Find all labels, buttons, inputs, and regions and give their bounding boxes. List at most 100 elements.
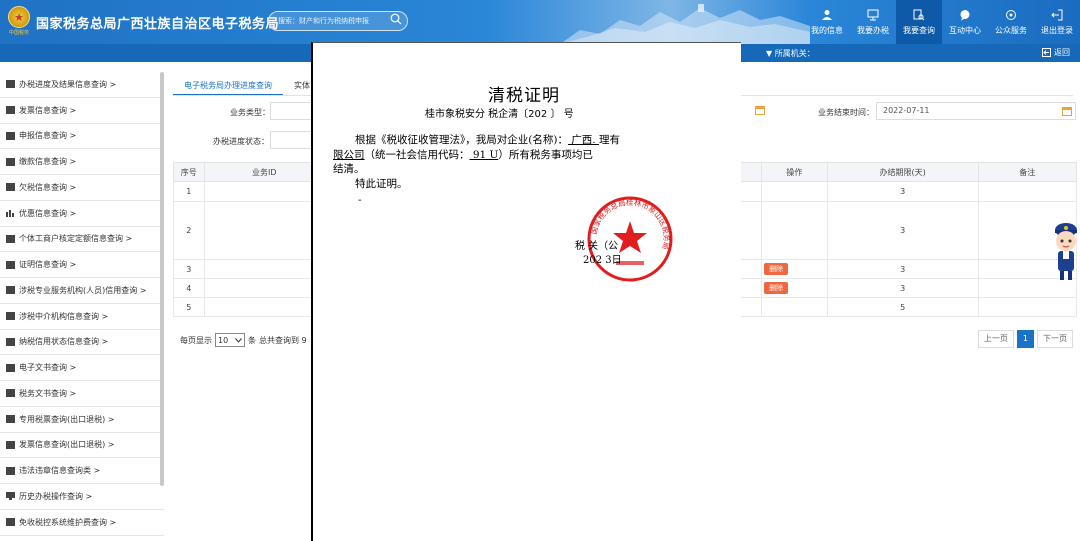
- row-action: [761, 201, 828, 260]
- row-business-id: [203, 297, 325, 317]
- row-days: 3: [826, 259, 979, 279]
- row-business-id: [203, 259, 325, 279]
- row-remark: [977, 181, 1078, 202]
- calendar-icon[interactable]: [755, 105, 765, 115]
- end-time-label: 业务结束时间：: [818, 108, 874, 117]
- payment-icon: [6, 157, 15, 166]
- sidebar-item-tax-document-query[interactable]: 税务文书查询 >: [0, 381, 164, 407]
- ticket-icon: [6, 415, 15, 424]
- sidebar-item-intermediary-query[interactable]: 涉税中介机构信息查询 >: [0, 304, 164, 330]
- site-title: 国家税务总局广西壮族自治区电子税务局: [36, 17, 280, 32]
- row-days: 3: [826, 201, 979, 260]
- row-days: 5: [826, 297, 979, 317]
- back-button[interactable]: 返回: [1042, 47, 1070, 58]
- sidebar-item-e-document-query[interactable]: 电子文书查询 >: [0, 355, 164, 381]
- row-action: 删除: [761, 278, 828, 298]
- sidebar-item-label: 历史办税操作查询 >: [19, 491, 93, 501]
- sidebar-item-fee-exemption-query[interactable]: 免收税控系统维护费查询 >: [0, 510, 164, 536]
- credit-icon: [6, 337, 15, 346]
- sidebar-item-label: 发票信息查询 >: [19, 105, 77, 115]
- tab-e-tax-progress[interactable]: 电子税务局办理进度查询: [173, 78, 283, 96]
- sidebar-item-label: 免收税控系统维护费查询 >: [19, 517, 117, 527]
- doc-icon: [6, 80, 15, 89]
- sidebar-item-violation-query[interactable]: 违法违章信息查询类 >: [0, 458, 164, 484]
- sidebar-item-credit-status-query[interactable]: 纳税信用状态信息查询 >: [0, 330, 164, 356]
- row-remark: [977, 297, 1078, 317]
- per-page-select[interactable]: 10: [215, 333, 245, 347]
- sidebar-item-label: 申报信息查询 >: [19, 131, 77, 141]
- sidebar-item-label: 个体工商户核定定额信息查询 >: [19, 234, 133, 244]
- violation-icon: [6, 466, 15, 475]
- sidebar-item-individual-quota-query[interactable]: 个体工商户核定定额信息查询 >: [0, 227, 164, 253]
- delete-button[interactable]: 删除: [764, 282, 789, 294]
- per-page-unit: 条: [248, 335, 256, 345]
- sidebar-item-export-invoice-query[interactable]: 发票信息查询(出口退税) >: [0, 433, 164, 459]
- logout-icon: [1051, 9, 1063, 20]
- sidebar-item-certificate-query[interactable]: 证明信息查询 >: [0, 252, 164, 278]
- sidebar-item-label: 发票信息查询(出口退税) >: [19, 440, 115, 450]
- per-page-label: 每页显示: [180, 335, 212, 345]
- per-page-value: 10: [218, 335, 229, 345]
- row-no: 3: [173, 259, 205, 279]
- total-count: 总共查询到 9: [259, 335, 307, 345]
- search-input[interactable]: [268, 11, 408, 31]
- chat-icon: [960, 9, 970, 20]
- certificate-body: 根据《税收征收管理法》，我局对企业(名称)： 广西. 理有 限公司（统一社会信用…: [333, 133, 731, 191]
- row-business-id: [203, 181, 325, 202]
- col-header-deadline: 办结期限(天): [826, 162, 979, 182]
- nav-label: 退出登录: [1041, 25, 1073, 35]
- credit-code-blank: 91 U: [469, 148, 499, 161]
- intermediary-icon: [6, 312, 15, 321]
- nav-interaction[interactable]: 互动中心: [942, 0, 988, 44]
- sidebar-item-label: 涉税专业服务机构(人员)信用查询 >: [19, 285, 147, 295]
- book-icon: [6, 389, 15, 398]
- sidebar-item-agency-credit-query[interactable]: 涉税专业服务机构(人员)信用查询 >: [0, 278, 164, 304]
- row-no: 4: [173, 278, 205, 298]
- fee-icon: [6, 518, 15, 527]
- pagination: 上一页 1 下一页: [977, 330, 1073, 348]
- business-type-label: 业务类型：: [230, 108, 270, 117]
- certificate-paragraph-1: 根据《税收征收管理法》，我局对企业(名称)： 广西. 理有: [333, 133, 731, 148]
- arrears-icon: [6, 183, 15, 192]
- sidebar-item-label: 欠税信息查询 >: [19, 182, 77, 192]
- nav-public-service[interactable]: 公众服务: [988, 0, 1034, 44]
- sidebar-scrollbar[interactable]: [160, 72, 164, 486]
- sidebar-item-label: 违法违章信息查询类 >: [19, 466, 101, 476]
- certificate-date: 202 3日: [583, 255, 622, 266]
- declaration-icon: [6, 131, 15, 140]
- row-business-id: [203, 278, 325, 298]
- sidebar-item-preferential-query[interactable]: 优惠信息查询 >: [0, 201, 164, 227]
- sidebar-item-invoice-query[interactable]: 发票信息查询 >: [0, 98, 164, 124]
- tab-bar: 电子税务局办理进度查询 实体: [173, 78, 321, 96]
- nav-query[interactable]: 我要查询: [896, 0, 942, 44]
- sidebar-item-declaration-query[interactable]: 申报信息查询 >: [0, 124, 164, 150]
- nav-my-info[interactable]: 我的信息: [804, 0, 850, 44]
- para-text: （统一社会信用代码：: [364, 148, 470, 161]
- page-1-button[interactable]: 1: [1016, 330, 1034, 348]
- row-days: 3: [826, 181, 979, 202]
- end-time-input[interactable]: 2022-07-11: [876, 102, 1076, 120]
- delete-button[interactable]: 删除: [764, 263, 789, 275]
- prev-page-button[interactable]: 上一页: [977, 330, 1014, 348]
- nav-logout[interactable]: 退出登录: [1034, 0, 1080, 44]
- org-label[interactable]: ▼ 所属机关：: [766, 48, 815, 59]
- sidebar-item-arrears-query[interactable]: 欠税信息查询 >: [0, 175, 164, 201]
- sidebar-item-history-query[interactable]: 历史办税操作查询 >: [0, 484, 164, 510]
- sidebar-item-progress-query[interactable]: 办税进度及结果信息查询 >: [0, 72, 164, 98]
- monitor-icon: [6, 492, 15, 501]
- nav-handle-tax[interactable]: 我要办税: [850, 0, 896, 44]
- col-header-no: 序号: [173, 162, 205, 182]
- great-wall-decoration: [560, 4, 810, 44]
- assistant-mascot[interactable]: [1052, 220, 1080, 282]
- search-icon[interactable]: [390, 13, 402, 25]
- progress-status-label: 办税进度状态：: [213, 137, 269, 146]
- sidebar-item-payment-query[interactable]: 缴款信息查询 >: [0, 149, 164, 175]
- tax-emblem-logo: ★ 中国税务: [6, 6, 32, 38]
- back-icon: [1042, 48, 1051, 57]
- certificate-number: 桂市象税安分 税企清〔202 〕 号: [425, 109, 574, 120]
- next-page-button[interactable]: 下一页: [1037, 330, 1073, 348]
- top-nav: 我的信息 我要办税 我要查询 互动中心 公众服务 退出登录: [804, 0, 1080, 44]
- logo-caption: 中国税务: [8, 30, 29, 36]
- sidebar-item-special-ticket-query[interactable]: 专用税票查询(出口退税) >: [0, 407, 164, 433]
- calendar-icon[interactable]: [1062, 106, 1072, 116]
